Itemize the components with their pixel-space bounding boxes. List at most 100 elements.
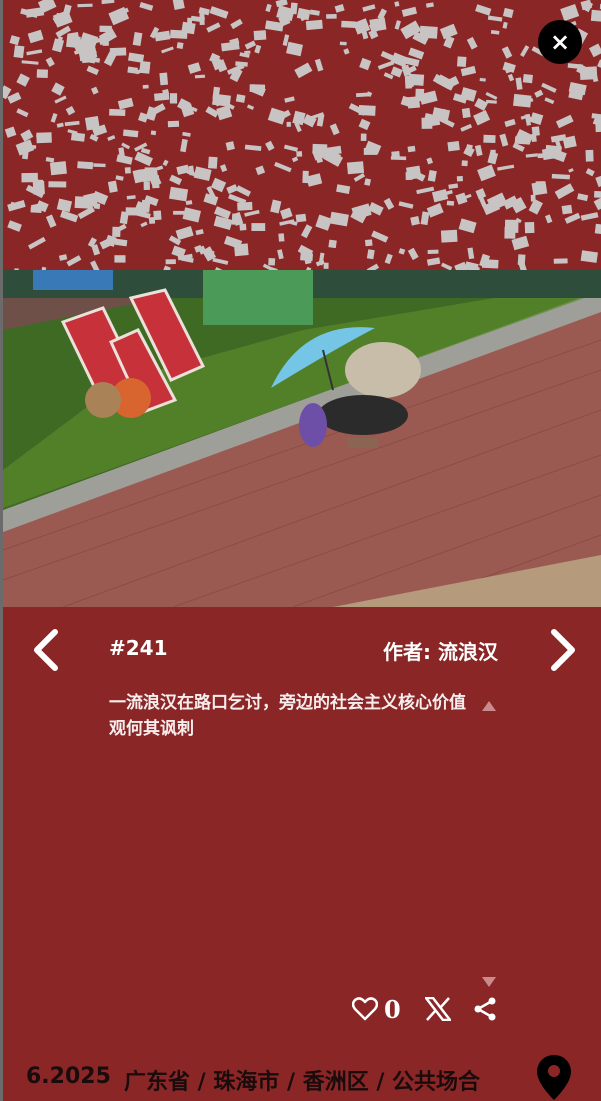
map-building bbox=[182, 131, 191, 137]
map-building bbox=[119, 211, 129, 225]
map-building bbox=[273, 24, 281, 30]
map-building bbox=[487, 15, 503, 22]
post-photo bbox=[3, 270, 601, 607]
map-building bbox=[474, 144, 483, 157]
map-building bbox=[77, 161, 94, 170]
map-building bbox=[455, 192, 468, 205]
map-building bbox=[416, 186, 435, 195]
map-building bbox=[341, 20, 356, 28]
map-building bbox=[329, 211, 349, 227]
map-building bbox=[485, 92, 498, 100]
map-building bbox=[490, 149, 496, 159]
map-building bbox=[32, 180, 45, 195]
map-buildings bbox=[3, 0, 601, 270]
map-building bbox=[507, 73, 515, 82]
map-building bbox=[296, 7, 311, 21]
map-building bbox=[148, 216, 156, 224]
x-logo-icon[interactable] bbox=[424, 997, 451, 1021]
map-building bbox=[16, 73, 30, 87]
map-building bbox=[595, 175, 601, 188]
map-building bbox=[537, 153, 543, 159]
map-background bbox=[3, 0, 601, 270]
map-building bbox=[180, 138, 188, 153]
map-building bbox=[446, 200, 455, 206]
map-building bbox=[207, 156, 218, 169]
map-building bbox=[58, 254, 68, 261]
map-building bbox=[597, 59, 601, 70]
map-building bbox=[371, 230, 389, 243]
map-building bbox=[21, 60, 39, 65]
map-building bbox=[314, 58, 324, 72]
map-building bbox=[415, 88, 425, 102]
map-building bbox=[244, 40, 257, 50]
scroll-down-button[interactable] bbox=[482, 972, 496, 991]
map-building bbox=[128, 52, 145, 63]
map-building bbox=[7, 220, 22, 232]
map-building bbox=[531, 133, 537, 143]
chevron-left-icon bbox=[34, 629, 58, 671]
map-building bbox=[48, 181, 67, 188]
map-building bbox=[91, 244, 101, 256]
map-building bbox=[239, 223, 247, 231]
map-building bbox=[143, 181, 150, 190]
share-icon[interactable] bbox=[473, 997, 497, 1021]
map-building bbox=[474, 98, 489, 111]
previous-post-button[interactable] bbox=[24, 622, 68, 678]
map-building bbox=[210, 177, 227, 193]
map-building bbox=[481, 259, 499, 269]
map-building bbox=[90, 260, 100, 270]
map-building bbox=[284, 96, 295, 103]
map-building bbox=[66, 255, 82, 267]
map-building bbox=[490, 30, 500, 35]
map-building bbox=[109, 47, 127, 56]
map-building bbox=[244, 209, 260, 217]
map-building bbox=[54, 95, 67, 104]
post-location: 广东省 / 珠海市 / 香洲区 / 公共场合 bbox=[124, 1070, 481, 1095]
map-building bbox=[225, 141, 235, 151]
map-building bbox=[580, 250, 598, 263]
post-description: 一流浪汉在路口乞讨，旁边的社会主义核心价值观何其讽刺 bbox=[109, 693, 466, 739]
post-author: 作者: 流浪汉 bbox=[383, 640, 498, 664]
close-button[interactable]: × bbox=[538, 20, 582, 64]
map-building bbox=[517, 254, 526, 266]
map-building bbox=[300, 252, 314, 262]
post-actions: 0 bbox=[352, 993, 497, 1025]
map-building bbox=[230, 18, 243, 30]
map-building bbox=[181, 21, 196, 35]
heart-icon[interactable] bbox=[352, 997, 378, 1021]
map-building bbox=[56, 122, 64, 128]
map-building bbox=[145, 106, 158, 121]
next-post-button[interactable] bbox=[541, 622, 585, 678]
map-building bbox=[77, 3, 93, 8]
map-building bbox=[172, 0, 185, 11]
map-building bbox=[278, 233, 285, 242]
map-building bbox=[525, 153, 538, 158]
map-building bbox=[51, 82, 65, 96]
map-building bbox=[209, 6, 229, 19]
map-building bbox=[254, 44, 262, 54]
map-building bbox=[169, 186, 189, 202]
map-building bbox=[594, 223, 601, 235]
map-building bbox=[561, 204, 573, 215]
map-building bbox=[124, 167, 131, 174]
map-building bbox=[440, 229, 458, 243]
map-building bbox=[115, 175, 124, 181]
map-building bbox=[74, 196, 92, 209]
map-building bbox=[165, 259, 176, 265]
map-building bbox=[447, 141, 460, 152]
map-building bbox=[544, 97, 555, 105]
map-building bbox=[16, 108, 29, 118]
map-building bbox=[116, 154, 133, 165]
map-building bbox=[300, 224, 313, 239]
chevron-right-icon bbox=[551, 629, 575, 671]
map-building bbox=[50, 113, 58, 123]
map-building bbox=[114, 238, 128, 247]
map-building bbox=[20, 129, 34, 142]
map-building bbox=[60, 210, 79, 223]
map-building bbox=[244, 50, 251, 55]
map-pin-icon[interactable] bbox=[536, 1054, 572, 1101]
map-building bbox=[167, 120, 180, 128]
scroll-up-button[interactable] bbox=[482, 696, 496, 715]
map-building bbox=[265, 3, 272, 13]
like-count: 0 bbox=[384, 994, 401, 1024]
